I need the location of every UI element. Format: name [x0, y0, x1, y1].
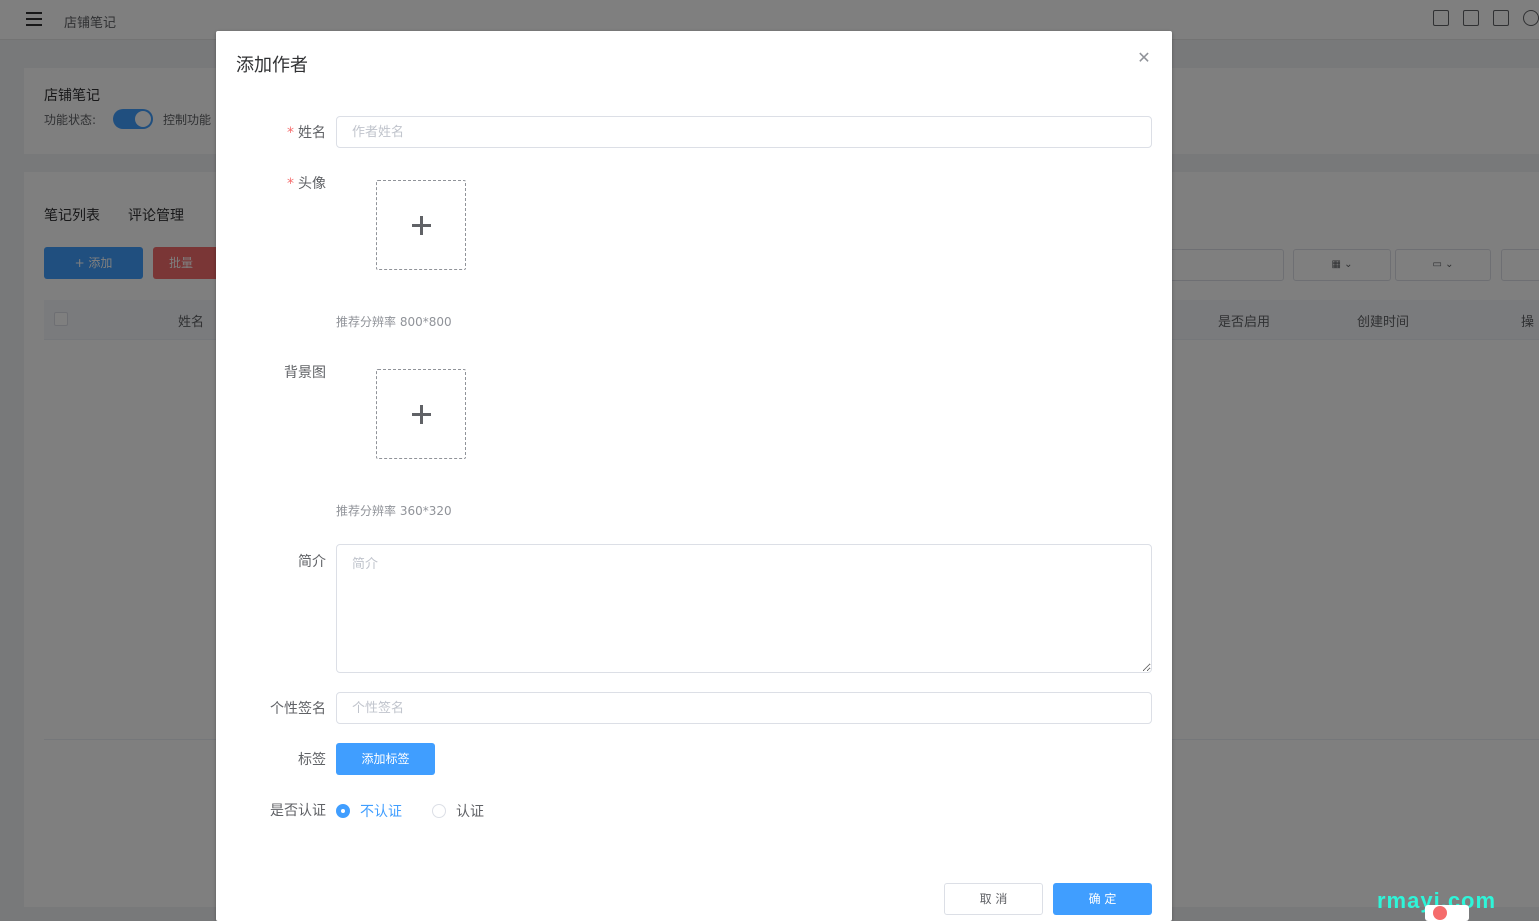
background-uploader[interactable] [376, 369, 466, 459]
add-tag-button[interactable]: 添加标签 [336, 743, 435, 775]
verified-label: 是否认证 [270, 803, 326, 819]
name-label: * 姓名 [287, 125, 326, 141]
avatar-label: * 头像 [287, 176, 326, 192]
dialog-title: 添加作者 [236, 55, 308, 76]
avatar-uploader[interactable] [376, 180, 466, 270]
cancel-button[interactable]: 取 消 [944, 883, 1043, 915]
signature-label: 个性签名 [270, 701, 326, 717]
site-badge [1425, 905, 1469, 921]
intro-label: 简介 [298, 554, 326, 570]
author-name-input[interactable] [336, 116, 1152, 148]
background-hint: 推荐分辨率 360*320 [336, 504, 452, 518]
signature-input[interactable] [336, 692, 1152, 724]
radio-dot [432, 804, 446, 818]
intro-textarea[interactable] [336, 544, 1152, 673]
confirm-button[interactable]: 确 定 [1053, 883, 1152, 915]
radio-verified[interactable]: 认证 [432, 801, 484, 821]
tags-label: 标签 [298, 752, 326, 768]
avatar-hint: 推荐分辨率 800*800 [336, 315, 452, 329]
radio-not-verified[interactable]: 不认证 [336, 801, 402, 821]
background-label: 背景图 [284, 365, 326, 381]
add-author-dialog: 添加作者 ✕ *姓名 *头像 推荐分辨率 800*800 背景图 推荐分辨率 3… [216, 31, 1172, 921]
close-icon[interactable]: ✕ [1136, 50, 1152, 66]
radio-dot [336, 804, 350, 818]
